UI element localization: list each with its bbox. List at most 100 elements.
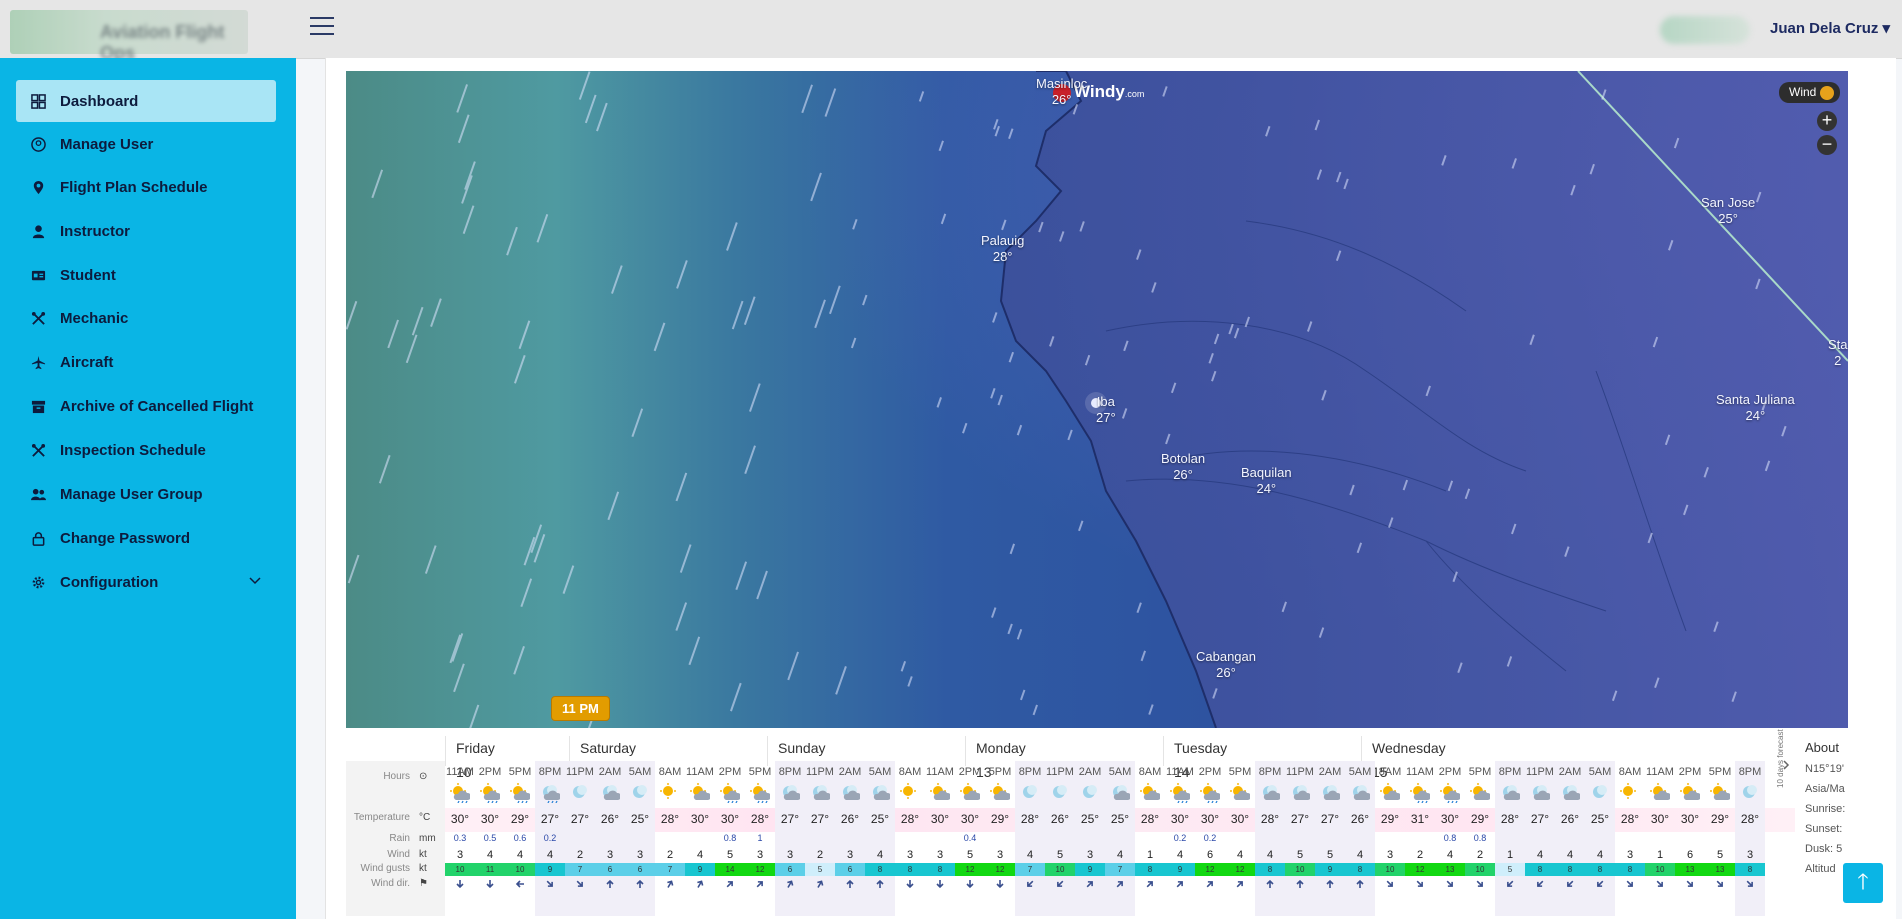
wind-layer-button[interactable]: Wind xyxy=(1779,82,1841,103)
wind-direction-arrow-icon xyxy=(565,878,595,893)
forecast-column[interactable]: 2PM 30° 0.4 5 12 xyxy=(955,761,985,916)
sun-cloud-rain-icon xyxy=(1410,783,1432,804)
forecast-column[interactable]: 8PM 28° 1 5 xyxy=(1495,761,1525,916)
forecast-column[interactable]: 11PM 26° 5 10 xyxy=(1045,761,1075,916)
hamburger-menu-icon[interactable] xyxy=(310,17,334,37)
forecast-column[interactable]: 2AM 27° 5 9 xyxy=(1315,761,1345,916)
forecast-hour: 5AM xyxy=(1348,766,1372,778)
forecast-column[interactable]: 8PM 27° 0.2 4 9 xyxy=(535,761,565,916)
wind-direction-arrow-icon xyxy=(1675,878,1705,893)
forecast-column[interactable]: 2PM 30° 0.8 4 13 xyxy=(1435,761,1465,916)
forecast-column[interactable]: 11AM 30° 4 9 xyxy=(685,761,715,916)
map-city-label[interactable]: San Jose 25° xyxy=(1701,195,1755,227)
zoom-in-button[interactable]: + xyxy=(1817,111,1837,131)
forecast-column[interactable]: 8AM 28° 3 8 xyxy=(1615,761,1645,916)
sidebar-item-aircraft[interactable]: Aircraft xyxy=(16,341,276,383)
forecast-column[interactable]: 5PM 29° 0.6 4 10 xyxy=(505,761,535,916)
sidebar-item-flight-plan-schedule[interactable]: Flight Plan Schedule xyxy=(16,166,276,208)
forecast-column[interactable]: 11AM 31° 2 12 xyxy=(1405,761,1435,916)
forecast-column[interactable]: 2AM 26° 3 6 xyxy=(835,761,865,916)
forecast-temperature: 30° xyxy=(1650,812,1670,826)
map-city-label[interactable]: Santa Juliana 24° xyxy=(1716,392,1795,424)
forecast-wind: 4 xyxy=(1596,849,1604,861)
forecast-column[interactable]: 5AM 26° 4 8 xyxy=(1345,761,1375,916)
wind-direction-arrow-icon xyxy=(625,878,655,893)
map-city-label[interactable]: Palauig 28° xyxy=(981,233,1024,265)
forecast-column[interactable]: 8PM 28° 4 7 xyxy=(1015,761,1045,916)
forecast-column[interactable]: 5PM 29° 0.8 2 10 xyxy=(1465,761,1495,916)
about-title[interactable]: About xyxy=(1805,740,1839,755)
forecast-column[interactable]: 5AM 25° 4 8 xyxy=(1585,761,1615,916)
user-menu[interactable]: Juan Dela Cruz ▾ xyxy=(1770,19,1890,37)
forecast-column[interactable]: 8AM 28° 3 8 xyxy=(895,761,925,916)
forecast-column[interactable]: 5PM 28° 1 3 12 xyxy=(745,761,775,916)
sidebar-item-mechanic[interactable]: Mechanic xyxy=(16,297,276,339)
sidebar-item-change-password[interactable]: Change Password xyxy=(16,517,276,559)
forecast-column[interactable]: 5AM 25° 4 7 xyxy=(1105,761,1135,916)
forecast-column[interactable]: 2AM 25° 3 9 xyxy=(1075,761,1105,916)
forecast-column[interactable]: 5PM 29° 3 12 xyxy=(985,761,1015,916)
forecast-column[interactable]: 8AM 29° 3 10 xyxy=(1375,761,1405,916)
plane-icon xyxy=(30,354,46,370)
forecast-column[interactable]: 5PM 29° 5 13 xyxy=(1705,761,1735,916)
current-time-tag[interactable]: 11 PM xyxy=(551,696,610,721)
forecast-column[interactable]: 2PM 30° 6 13 xyxy=(1675,761,1705,916)
forecast-column[interactable]: 11PM 27° 4 8 xyxy=(1525,761,1555,916)
sidebar-item-instructor[interactable]: Instructor xyxy=(16,210,276,252)
forecast-column[interactable]: 8AM 28° 1 8 xyxy=(1135,761,1165,916)
forecast-column[interactable]: 11AM 30° 0.3 3 10 xyxy=(445,761,475,916)
user-circle-icon xyxy=(30,136,46,152)
forecast-column[interactable]: 11PM 27° 2 5 xyxy=(805,761,835,916)
forecast-column[interactable]: 8PM 27° 3 6 xyxy=(775,761,805,916)
chevron-down-icon[interactable] xyxy=(248,574,262,588)
ten-day-forecast-label[interactable]: 10 days forecast xyxy=(1776,729,1785,788)
wind-streak xyxy=(936,397,942,408)
sidebar-item-inspection-schedule[interactable]: Inspection Schedule xyxy=(16,429,276,471)
forecast-column[interactable]: 8PM 28° 4 8 xyxy=(1255,761,1285,916)
forecast-column[interactable]: 2PM 30° 0.5 4 11 xyxy=(475,761,505,916)
forecast-column[interactable]: 5PM 30° 4 12 xyxy=(1225,761,1255,916)
forecast-rain: 0.8 xyxy=(1473,833,1487,843)
wind-direction-arrow-icon xyxy=(655,878,685,893)
map-city-label[interactable]: Iba 27° xyxy=(1096,394,1116,426)
map-city-label[interactable]: Masinloc 26° xyxy=(1036,76,1087,108)
forecast-temperature: 30° xyxy=(1680,812,1700,826)
forecast-column[interactable]: 11PM 27° 5 10 xyxy=(1285,761,1315,916)
forecast-column[interactable]: 5AM 25° 3 6 xyxy=(625,761,655,916)
forecast-column[interactable]: 2PM 30° 0.8 5 14 xyxy=(715,761,745,916)
forecast-column[interactable]: 11PM 27° 2 7 xyxy=(565,761,595,916)
wind-direction-arrow-icon xyxy=(475,878,505,893)
wind-streak xyxy=(347,554,360,584)
moon-cloud-icon xyxy=(1320,783,1342,803)
forecast-column[interactable]: 5AM 25° 4 8 xyxy=(865,761,895,916)
forecast-column[interactable]: 11AM 30° 0.2 4 9 xyxy=(1165,761,1195,916)
forecast-column[interactable]: 11AM 30° 1 10 xyxy=(1645,761,1675,916)
forecast-hour: 11AM xyxy=(446,766,474,778)
sidebar-item-configuration[interactable]: Configuration xyxy=(16,561,276,603)
map-city-label[interactable]: Baquilan 24° xyxy=(1241,465,1292,497)
forecast-column[interactable]: 8PM 28° 3 8 xyxy=(1735,761,1765,916)
scroll-to-top-button[interactable]: 🡑 xyxy=(1843,863,1883,903)
forecast-column[interactable]: 2AM 26° 3 6 xyxy=(595,761,625,916)
city-name: Palauig xyxy=(981,233,1025,248)
forecast-temperature: 29° xyxy=(1710,812,1730,826)
sidebar-item-manage-user-group[interactable]: Manage User Group xyxy=(16,473,276,515)
brand-logo[interactable]: Aviation Flight Ops xyxy=(10,10,248,63)
sidebar-item-archive-of-cancelled-flight[interactable]: Archive of Cancelled Flight xyxy=(16,385,276,427)
archive-icon xyxy=(30,398,46,414)
forecast-column[interactable]: 11AM 30° 3 8 xyxy=(925,761,955,916)
forecast-gust: 11 xyxy=(475,863,505,876)
map-city-label[interactable]: Cabangan 26° xyxy=(1196,649,1256,681)
windy-map[interactable]: Windy.com Wind + − Masinloc 26° Palauig 28°… xyxy=(346,71,1848,728)
sidebar-item-student[interactable]: Student xyxy=(16,254,276,296)
forecast-gust: 10 xyxy=(505,863,535,876)
map-city-label[interactable]: Sta 2 xyxy=(1828,337,1848,369)
notification-area[interactable] xyxy=(1660,16,1750,44)
zoom-out-button[interactable]: − xyxy=(1817,135,1837,155)
forecast-column[interactable]: 8AM 28° 2 7 xyxy=(655,761,685,916)
map-city-label[interactable]: Botolan 26° xyxy=(1161,451,1205,483)
forecast-column[interactable]: 2PM 30° 0.2 6 12 xyxy=(1195,761,1225,916)
forecast-column[interactable]: 2AM 26° 4 8 xyxy=(1555,761,1585,916)
sidebar-item-dashboard[interactable]: Dashboard xyxy=(16,80,276,122)
sidebar-item-manage-user[interactable]: Manage User xyxy=(16,123,276,165)
